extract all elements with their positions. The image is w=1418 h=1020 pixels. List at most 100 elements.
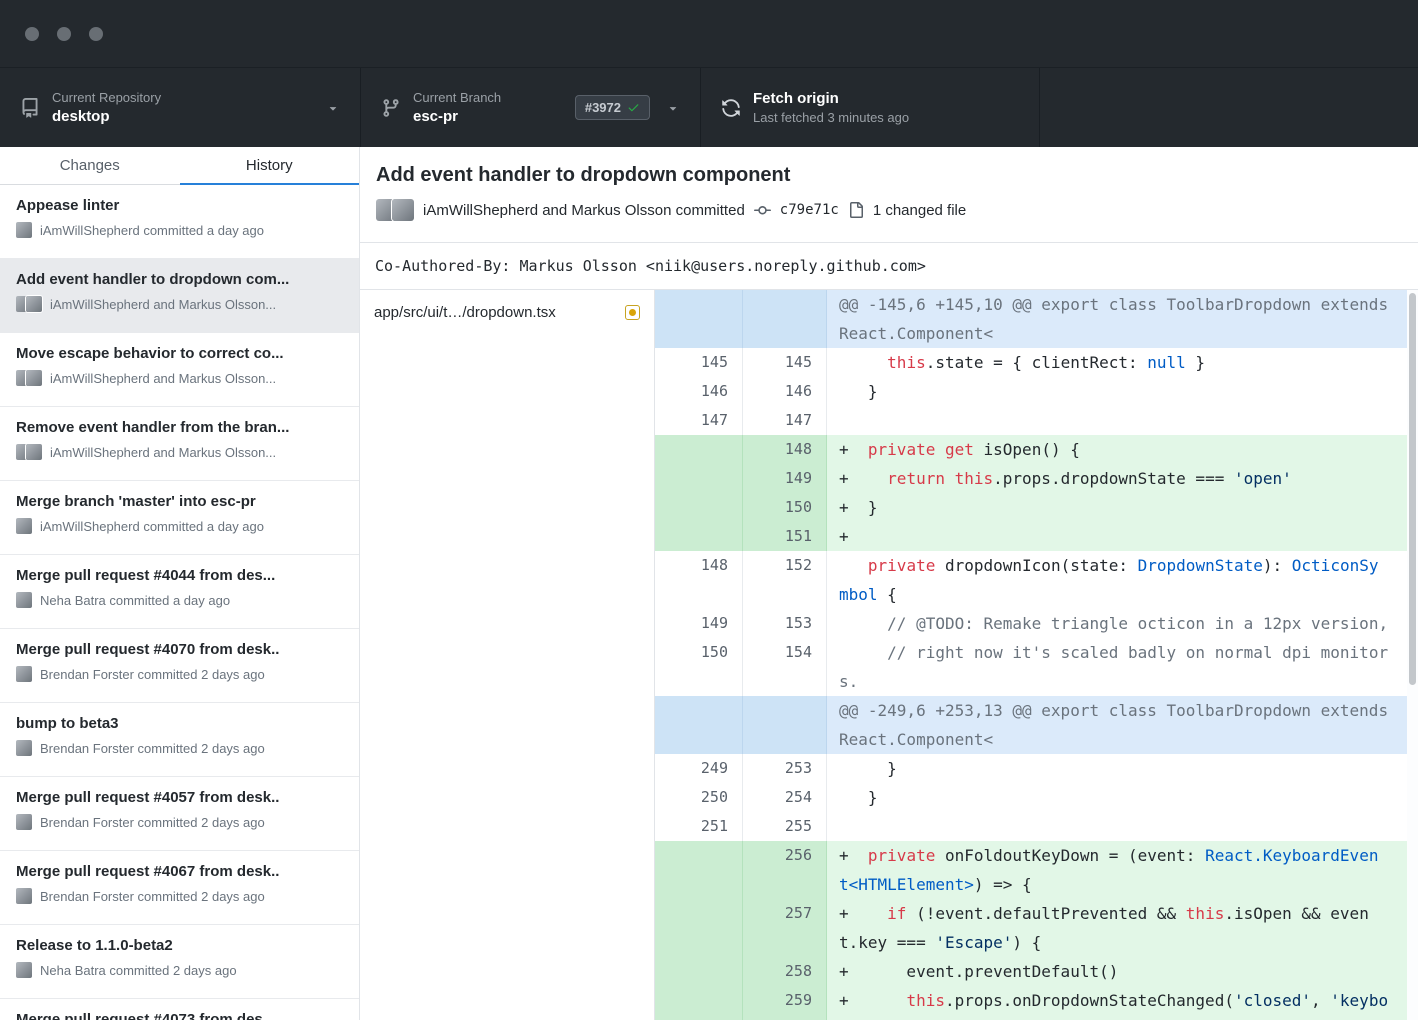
fetch-label: Fetch origin [753,90,1019,107]
diff-line[interactable]: 257+ if (!event.defaultPrevented && this… [655,899,1418,957]
avatar [16,740,32,756]
new-line-number: 151 [743,522,827,551]
diff-line[interactable]: 256+ private onFoldoutKeyDown = (event: … [655,841,1418,899]
old-line-number: 251 [655,812,743,841]
history-item-byline: iAmWillShepherd and Markus Olsson... [50,445,276,460]
history-item-title: Merge pull request #4044 from des... [16,567,343,584]
avatar [16,592,32,608]
git-branch-icon [381,98,401,118]
diff-line[interactable]: 249253 } [655,754,1418,783]
diff-line[interactable]: 148+ private get isOpen() { [655,435,1418,464]
history-item-byline: Neha Batra committed 2 days ago [40,963,237,978]
new-line-number: 149 [743,464,827,493]
old-line-number: 146 [655,377,743,406]
minimize-button[interactable] [57,27,71,41]
history-list-item[interactable]: Appease linteriAmWillShepherd committed … [0,185,359,259]
history-item-meta: Neha Batra committed 2 days ago [16,962,343,978]
history-list-item[interactable]: Remove event handler from the bran...iAm… [0,407,359,481]
diff-code-cell: @@ -249,6 +253,13 @@ export class Toolba… [827,696,1418,754]
diff-line[interactable]: 258+ event.preventDefault() [655,957,1418,986]
old-line-number [655,841,743,899]
history-list-item[interactable]: Release to 1.1.0-beta2Neha Batra committ… [0,925,359,999]
diff-line[interactable]: 251255 [655,812,1418,841]
history-list-item[interactable]: Move escape behavior to correct co...iAm… [0,333,359,407]
branch-switcher[interactable]: Current Branch esc-pr #3972 [360,68,700,147]
avatar [16,888,32,904]
new-line-number: 256 [743,841,827,899]
tab-history[interactable]: History [180,147,360,184]
tab-changes[interactable]: Changes [0,147,180,184]
sidebar: Changes History Appease linteriAmWillShe… [0,147,360,1020]
history-item-byline: Brendan Forster committed 2 days ago [40,815,265,830]
history-list-item[interactable]: Merge pull request #4067 from desk..Bren… [0,851,359,925]
diff-line[interactable]: 250254 } [655,783,1418,812]
repo-icon [20,98,40,118]
diff-line[interactable]: 150+ } [655,493,1418,522]
diff-line[interactable]: 151+ [655,522,1418,551]
branch-name: esc-pr [413,108,575,125]
diff-code-cell: + return this.props.dropdownState === 'o… [827,464,1418,493]
diff-hunk-header[interactable]: @@ -249,6 +253,13 @@ export class Toolba… [655,696,1418,754]
diff-line[interactable]: 149153 // @TODO: Remake triangle octicon… [655,609,1418,638]
commit-title: Add event handler to dropdown component [376,164,1394,187]
commit-byline: iAmWillShepherd and Markus Olsson commit… [423,202,745,219]
old-line-number [655,986,743,1020]
scrollbar-thumb[interactable] [1409,293,1416,685]
diff-code-cell: + } [827,493,1418,522]
old-line-number [655,696,743,754]
diff-code-cell: } [827,783,1418,812]
fetch-info: Fetch origin Last fetched 3 minutes ago [753,90,1019,125]
diff-line[interactable]: 150154 // right now it's scaled badly on… [655,638,1418,696]
diff-code-cell: + private onFoldoutKeyDown = (event: Rea… [827,841,1418,899]
history-list-item[interactable]: Merge pull request #4044 from des... Neha… [0,555,359,629]
close-button[interactable] [25,27,39,41]
history-list-item[interactable]: Merge branch 'master' into esc-priAmWill… [0,481,359,555]
history-item-title: Merge pull request #4057 from desk.. [16,789,343,806]
diff-hunk-header[interactable]: @@ -145,6 +145,10 @@ export class Toolba… [655,290,1418,348]
history-item-meta: iAmWillShepherd and Markus Olsson... [16,296,343,312]
scrollbar-track[interactable] [1407,290,1418,1020]
fetch-origin-button[interactable]: Fetch origin Last fetched 3 minutes ago [700,68,1040,147]
old-line-number: 147 [655,406,743,435]
diff-line[interactable]: 148152 private dropdownIcon(state: Dropd… [655,551,1418,609]
history-item-meta: Neha Batra committed a day ago [16,592,343,608]
diff-line[interactable]: 146146 } [655,377,1418,406]
avatar [392,199,414,221]
history-item-byline: Neha Batra committed a day ago [40,593,230,608]
diff-line[interactable]: 149+ return this.props.dropdownState ===… [655,464,1418,493]
repository-switcher[interactable]: Current Repository desktop [0,68,360,147]
diff-code-cell: + [827,522,1418,551]
new-line-number: 258 [743,957,827,986]
diff-line[interactable]: 147147 [655,406,1418,435]
zoom-button[interactable] [89,27,103,41]
file-list-item[interactable]: app/src/ui/t…/dropdown.tsx [360,290,654,334]
sync-icon [721,98,741,118]
diff-code-cell: @@ -145,6 +145,10 @@ export class Toolba… [827,290,1418,348]
history-list-item[interactable]: Merge pull request #4070 from desk..Bren… [0,629,359,703]
old-line-number: 148 [655,551,743,609]
commit-meta: iAmWillShepherd and Markus Olsson commit… [376,199,1394,221]
app-window: Current Repository desktop Current Branc… [0,0,1418,1020]
history-list: Appease linteriAmWillShepherd committed … [0,185,359,1020]
old-line-number: 145 [655,348,743,377]
fetch-status: Last fetched 3 minutes ago [753,110,1019,125]
committer-avatars [376,199,414,221]
history-list-item[interactable]: bump to beta3Brendan Forster committed 2… [0,703,359,777]
git-commit-icon [754,202,771,219]
history-item-byline: iAmWillShepherd and Markus Olsson... [50,371,276,386]
new-line-number: 147 [743,406,827,435]
old-line-number [655,464,743,493]
history-list-item[interactable]: Add event handler to dropdown com...iAmW… [0,259,359,333]
history-list-item[interactable]: Merge pull request #4057 from desk.. Bren… [0,777,359,851]
history-item-byline: iAmWillShepherd committed a day ago [40,223,264,238]
history-list-item[interactable]: Merge pull request #4073 from des...Bren… [0,999,359,1020]
toolbar: Current Repository desktop Current Branc… [0,68,1418,147]
modified-status-icon [625,305,640,320]
old-line-number: 250 [655,783,743,812]
new-line-number: 255 [743,812,827,841]
branch-info: Current Branch esc-pr [413,90,575,125]
pr-badge[interactable]: #3972 [575,95,650,120]
diff-code-cell: + event.preventDefault() [827,957,1418,986]
diff-line[interactable]: 259+ this.props.onDropdownStateChanged('… [655,986,1418,1020]
diff-line[interactable]: 145145 this.state = { clientRect: null } [655,348,1418,377]
